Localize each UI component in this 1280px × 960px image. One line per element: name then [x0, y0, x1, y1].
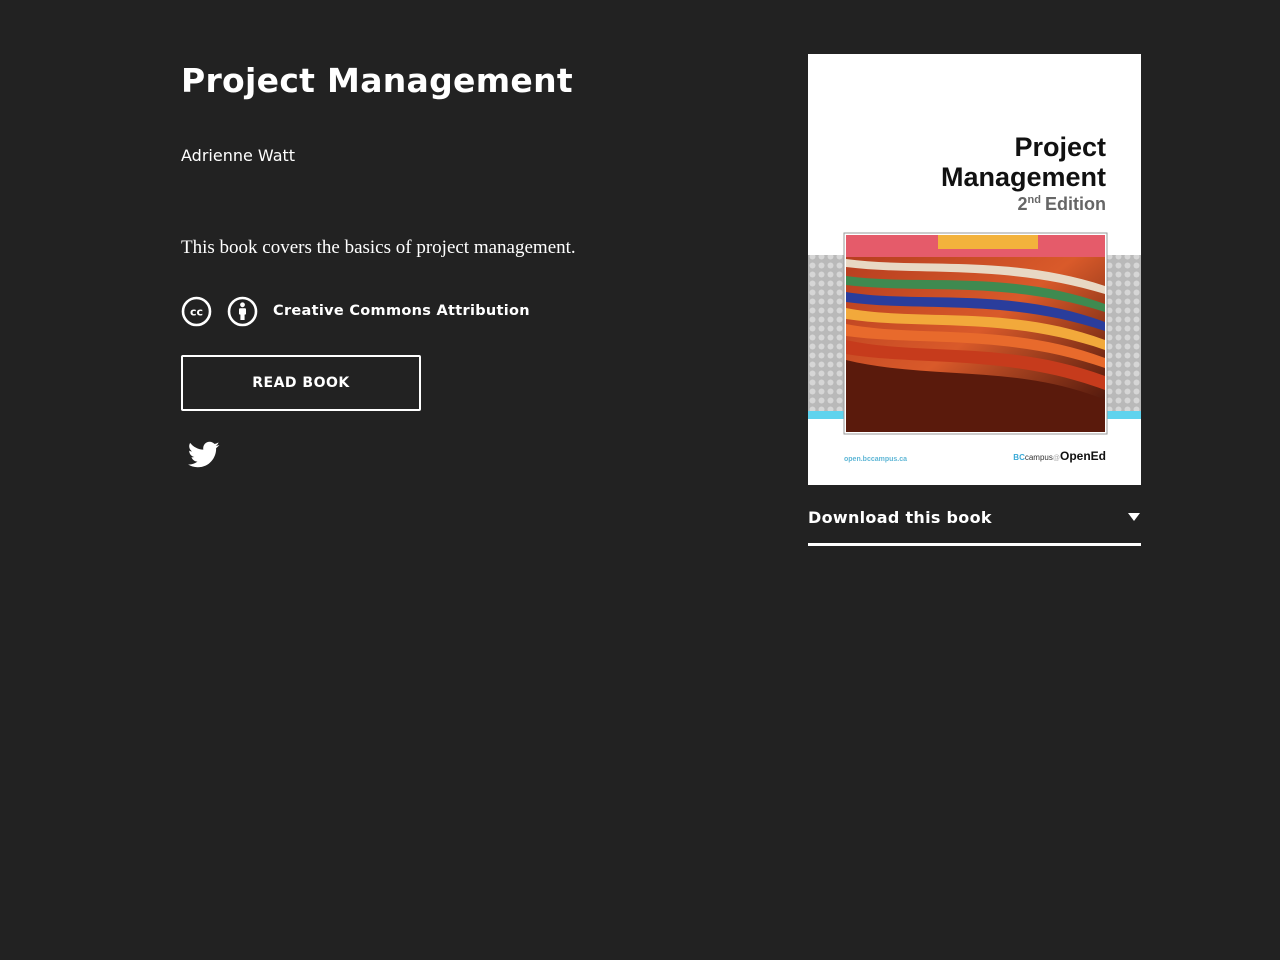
- cover-edition-number: 2: [1018, 194, 1028, 214]
- book-title: Project Management: [181, 61, 573, 100]
- twitter-icon[interactable]: [187, 441, 220, 469]
- cover-edition-superscript: nd: [1028, 194, 1041, 206]
- book-description: This book covers the basics of project m…: [181, 237, 576, 258]
- book-page: Project Management Adrienne Watt This bo…: [0, 0, 1280, 960]
- cover-edition-word: Edition: [1045, 194, 1106, 214]
- cover-brand-bc: BC: [1013, 453, 1025, 462]
- download-label: Download this book: [808, 508, 992, 527]
- creative-commons-icon: cc: [181, 296, 212, 327]
- attribution-icon: [227, 296, 258, 327]
- license-info: cc Creative Commons Attribution: [181, 295, 741, 327]
- license-label[interactable]: Creative Commons Attribution: [273, 303, 530, 319]
- svg-text:cc: cc: [190, 305, 203, 318]
- cover-brand-campus: campus: [1025, 453, 1053, 462]
- book-sidebar: Project Management 2nd Edition open.bccam…: [808, 54, 1141, 546]
- chevron-down-icon: [1128, 513, 1140, 521]
- book-cover: Project Management 2nd Edition open.bccam…: [808, 54, 1141, 485]
- cover-title-line1: Project: [1014, 132, 1106, 162]
- download-book-dropdown[interactable]: Download this book: [808, 507, 1141, 546]
- book-author[interactable]: Adrienne Watt: [181, 145, 741, 167]
- book-info: Project Management Adrienne Watt This bo…: [181, 56, 741, 469]
- read-book-button[interactable]: READ BOOK: [181, 355, 421, 411]
- cover-brand-at: @: [1053, 455, 1060, 462]
- cover-url: open.bccampus.ca: [844, 456, 907, 463]
- cover-title-line2: Management: [941, 162, 1106, 192]
- cover-brand-opened: OpenEd: [1060, 449, 1106, 463]
